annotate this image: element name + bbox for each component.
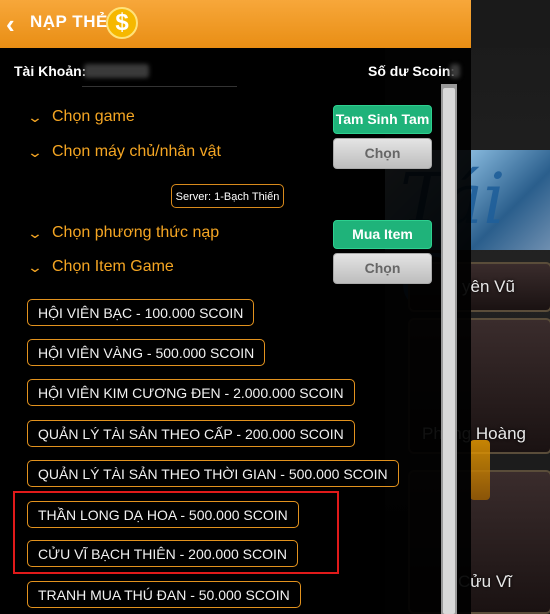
method-select-button[interactable]: Mua Item <box>333 220 432 249</box>
scrollbar-thumb[interactable] <box>443 88 455 614</box>
item-choose-button[interactable]: Chọn <box>333 253 432 284</box>
balance-label: Số dư Scoin: <box>368 63 456 79</box>
select-item-label: Chọn Item Game <box>52 258 174 275</box>
chevron-down-icon: ⌄ <box>26 143 44 160</box>
item-option[interactable]: QUẢN LÝ TÀI SẢN THEO THỜI GIAN - 500.000… <box>27 460 399 487</box>
item-option[interactable]: HỘI VIÊN KIM CƯƠNG ĐEN - 2.000.000 SCOIN <box>27 379 355 406</box>
page-title: NẠP THẺ <box>30 12 108 31</box>
header-right-area <box>471 0 550 48</box>
account-label: Tài Khoản: <box>14 63 87 79</box>
bg-slider-arrow <box>470 440 490 500</box>
chevron-down-icon: ⌄ <box>26 108 44 125</box>
select-game-row[interactable]: ⌄ Chọn game <box>26 108 135 126</box>
top-bar: ‹ NẠP THẺ $ <box>0 0 471 48</box>
chevron-down-icon: ⌄ <box>26 224 44 241</box>
select-item-row[interactable]: ⌄ Chọn Item Game <box>26 258 174 276</box>
select-method-row[interactable]: ⌄ Chọn phương thức nạp <box>26 224 220 242</box>
select-server-label: Chọn máy chủ/nhân vật <box>52 143 221 160</box>
highlight-box <box>13 491 339 574</box>
item-option[interactable]: HỘI VIÊN VÀNG - 500.000 SCOIN <box>27 339 266 366</box>
back-arrow-icon[interactable]: ‹ <box>6 9 15 39</box>
chevron-down-icon: ⌄ <box>26 258 44 275</box>
select-server-row[interactable]: ⌄ Chọn máy chủ/nhân vật <box>26 143 221 161</box>
coin-icon: $ <box>106 7 138 39</box>
balance-value-redacted <box>450 64 460 78</box>
select-method-label: Chọn phương thức nạp <box>52 224 220 241</box>
server-badge: Server: 1-Bạch Thiến <box>171 184 284 208</box>
game-select-button[interactable]: Tam Sinh Tam <box>333 105 432 134</box>
item-option[interactable]: TRANH MUA THÚ ĐAN - 50.000 SCOIN <box>27 581 301 608</box>
divider <box>82 86 237 87</box>
account-value-redacted <box>84 64 149 78</box>
server-choose-button[interactable]: Chọn <box>333 138 432 169</box>
item-option[interactable]: QUẢN LÝ TÀI SẢN THEO CẤP - 200.000 SCOIN <box>27 420 355 447</box>
item-option[interactable]: HỘI VIÊN BẠC - 100.000 SCOIN <box>27 299 255 326</box>
select-game-label: Chọn game <box>52 108 135 125</box>
